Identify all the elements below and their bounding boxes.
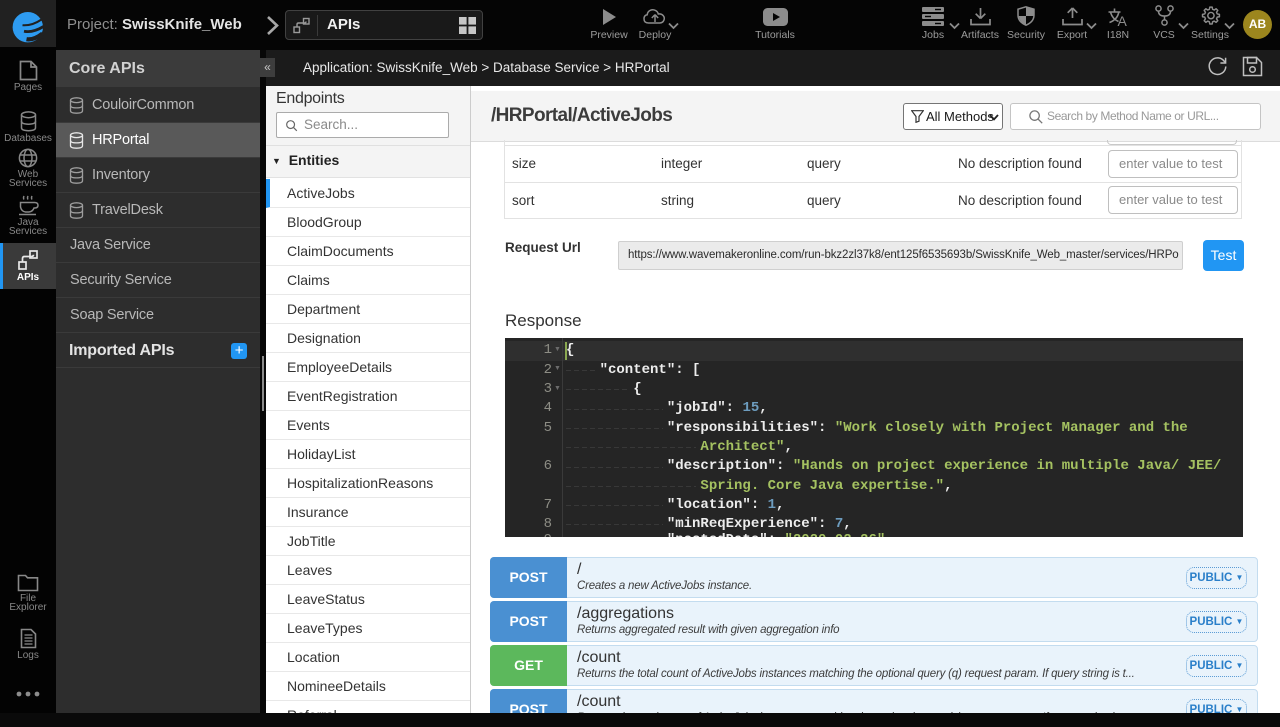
svg-text:A: A xyxy=(1118,13,1128,26)
